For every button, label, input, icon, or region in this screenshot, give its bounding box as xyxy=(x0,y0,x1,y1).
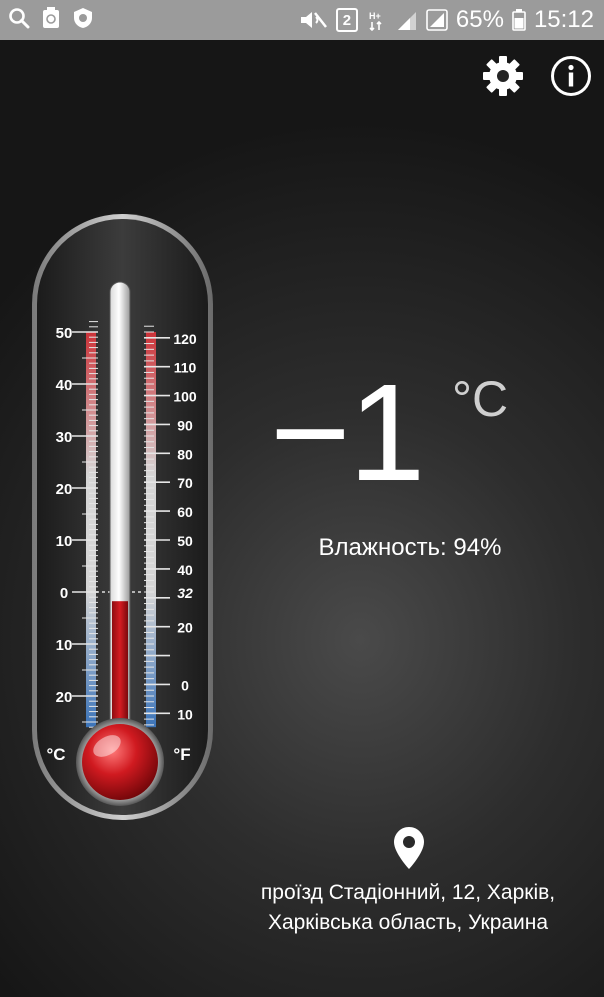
fahrenheit-unit-label: °F xyxy=(173,745,190,764)
info-icon xyxy=(550,55,592,101)
clock: 15:12 xyxy=(533,6,594,33)
fahrenheit-tick-label: 110 xyxy=(174,360,197,376)
fahrenheit-tick-label: 70 xyxy=(177,475,193,491)
signal-icon xyxy=(426,9,448,31)
recycle-icon xyxy=(40,7,62,29)
address-line-2: Харківська область, Украина xyxy=(267,911,549,934)
battery-icon xyxy=(512,9,526,31)
info-button[interactable] xyxy=(549,56,593,100)
celsius-tick-label: 20 xyxy=(56,689,73,706)
fahrenheit-tick-label: 32 xyxy=(177,585,193,601)
fahrenheit-tick-label: 50 xyxy=(177,533,193,549)
temperature-value: −1 xyxy=(270,356,425,510)
signal-icon xyxy=(396,9,418,31)
fahrenheit-tick-label: 120 xyxy=(173,331,197,347)
celsius-tick-label: 20 xyxy=(56,481,73,498)
humidity-label: Влажность: 94% xyxy=(318,534,502,561)
address: проїзд Стадіонний, 12, Харків, Харківськ… xyxy=(218,878,598,938)
mute-icon xyxy=(298,9,328,31)
gear-icon xyxy=(482,55,524,101)
mercury-bulb xyxy=(82,724,158,800)
battery-percent: 65% xyxy=(455,6,504,33)
thermometer: 504030201001020 120110100908070605040322… xyxy=(32,214,213,820)
celsius-tick-label: 40 xyxy=(56,377,73,394)
main-screen: 50 40 30 20 10 0 10 20 120 110 100 90 80 70 60 50 40 32 2… xyxy=(0,40,604,997)
status-bar: 2 H+ 65% 15:12 xyxy=(0,0,604,40)
celsius-tick-label: 50 xyxy=(56,325,73,342)
celsius-tick-label: 10 xyxy=(56,533,73,550)
settings-button[interactable] xyxy=(481,56,525,100)
svg-text:H+: H+ xyxy=(369,11,381,21)
network-icon: H+ xyxy=(366,9,388,31)
fahrenheit-tick-label: 10 xyxy=(177,706,193,722)
fahrenheit-tick-label: 0 xyxy=(181,677,189,693)
fahrenheit-tick-label: 80 xyxy=(177,446,193,462)
temperature-reading: −1 °C xyxy=(270,358,590,508)
fahrenheit-tick-label: 40 xyxy=(177,562,193,578)
celsius-tick-label: 10 xyxy=(56,637,73,654)
location-pin-icon xyxy=(393,826,425,870)
shield-icon xyxy=(72,7,94,29)
fahrenheit-tick-label: 20 xyxy=(177,620,193,636)
fahrenheit-tick-label: 60 xyxy=(177,504,193,520)
celsius-tick-label: 30 xyxy=(56,429,73,446)
search-icon xyxy=(8,7,30,29)
fahrenheit-tick-label: 100 xyxy=(173,389,197,405)
sim-badge: 2 xyxy=(335,8,358,32)
fahrenheit-tick-label: 90 xyxy=(177,417,193,433)
celsius-tick-label: 0 xyxy=(60,585,68,602)
address-line-1: проїзд Стадіонний, 12, Харків, xyxy=(260,881,556,904)
temperature-unit: °C xyxy=(452,371,509,427)
celsius-unit-label: °C xyxy=(46,745,65,764)
